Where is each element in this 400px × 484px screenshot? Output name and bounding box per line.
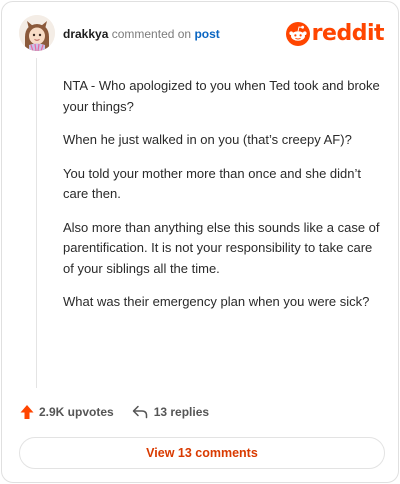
action-text: commented on bbox=[111, 27, 192, 41]
action-bar: 2.9K upvotes 13 replies bbox=[20, 402, 209, 422]
byline: drakkya commented on post bbox=[63, 27, 220, 41]
comment-paragraph: You told your mother more than once and … bbox=[63, 165, 361, 202]
upvote-count: 2.9K upvotes bbox=[39, 405, 114, 419]
thread-line bbox=[36, 58, 37, 388]
comment-paragraph: Also more than anything else this sounds… bbox=[63, 219, 380, 276]
upvote-arrow-icon bbox=[20, 405, 34, 419]
reddit-logo[interactable]: reddit bbox=[285, 21, 385, 46]
post-link[interactable]: post bbox=[194, 27, 219, 41]
upvote-button[interactable]: 2.9K upvotes bbox=[20, 404, 114, 420]
reddit-logo-icon bbox=[285, 22, 310, 46]
comment-paragraph: NTA - Who apologized to you when Ted too… bbox=[63, 78, 380, 114]
reply-count: 13 replies bbox=[153, 405, 210, 419]
comment-body: NTA - Who apologized to you when Ted too… bbox=[63, 76, 381, 326]
comment-paragraph: When he just walked in on you (that’s cr… bbox=[63, 132, 352, 147]
view-comments-button[interactable]: View 13 comments bbox=[19, 437, 385, 469]
reddit-wordmark: reddit bbox=[311, 21, 385, 46]
reply-arrow-icon bbox=[132, 405, 147, 419]
comment-card: drakkya commented on post reddit NTA - W… bbox=[1, 1, 399, 483]
avatar[interactable] bbox=[19, 15, 55, 51]
reply-button[interactable]: 13 replies bbox=[132, 405, 209, 419]
comment-paragraph: What was their emergency plan when you w… bbox=[63, 294, 370, 309]
username-link[interactable]: drakkya bbox=[63, 27, 108, 41]
comment-header: drakkya commented on post reddit bbox=[18, 14, 385, 54]
